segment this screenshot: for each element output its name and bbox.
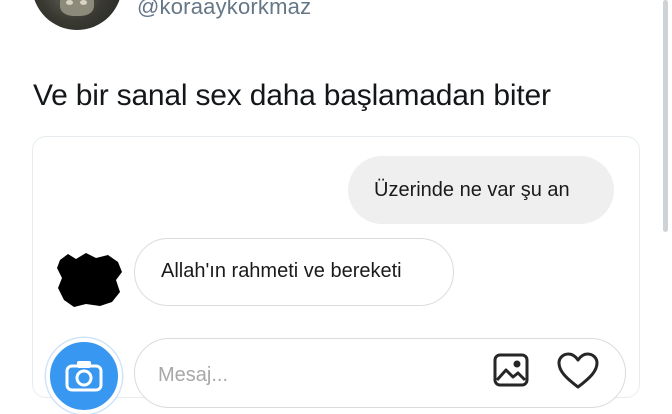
heart-icon[interactable] [556, 352, 600, 390]
received-message-bubble: Allah'ın rahmeti ve bereketi [134, 238, 454, 306]
sent-message-bubble: Üzerinde ne var şu an [348, 156, 614, 224]
redacted-avatar [57, 253, 122, 307]
scrollbar[interactable] [663, 0, 668, 232]
camera-button[interactable] [46, 338, 122, 414]
camera-icon [65, 361, 103, 392]
profile-avatar[interactable] [32, 0, 122, 30]
avatar-eye-left [66, 0, 73, 5]
tweet-text: Ve bir sanal sex daha başlamadan biter [33, 79, 551, 112]
user-handle[interactable]: @koraaykorkmaz [137, 0, 311, 20]
message-input-placeholder: Mesaj... [158, 364, 229, 386]
gallery-icon[interactable] [492, 352, 530, 388]
avatar-eye-right [80, 0, 87, 5]
